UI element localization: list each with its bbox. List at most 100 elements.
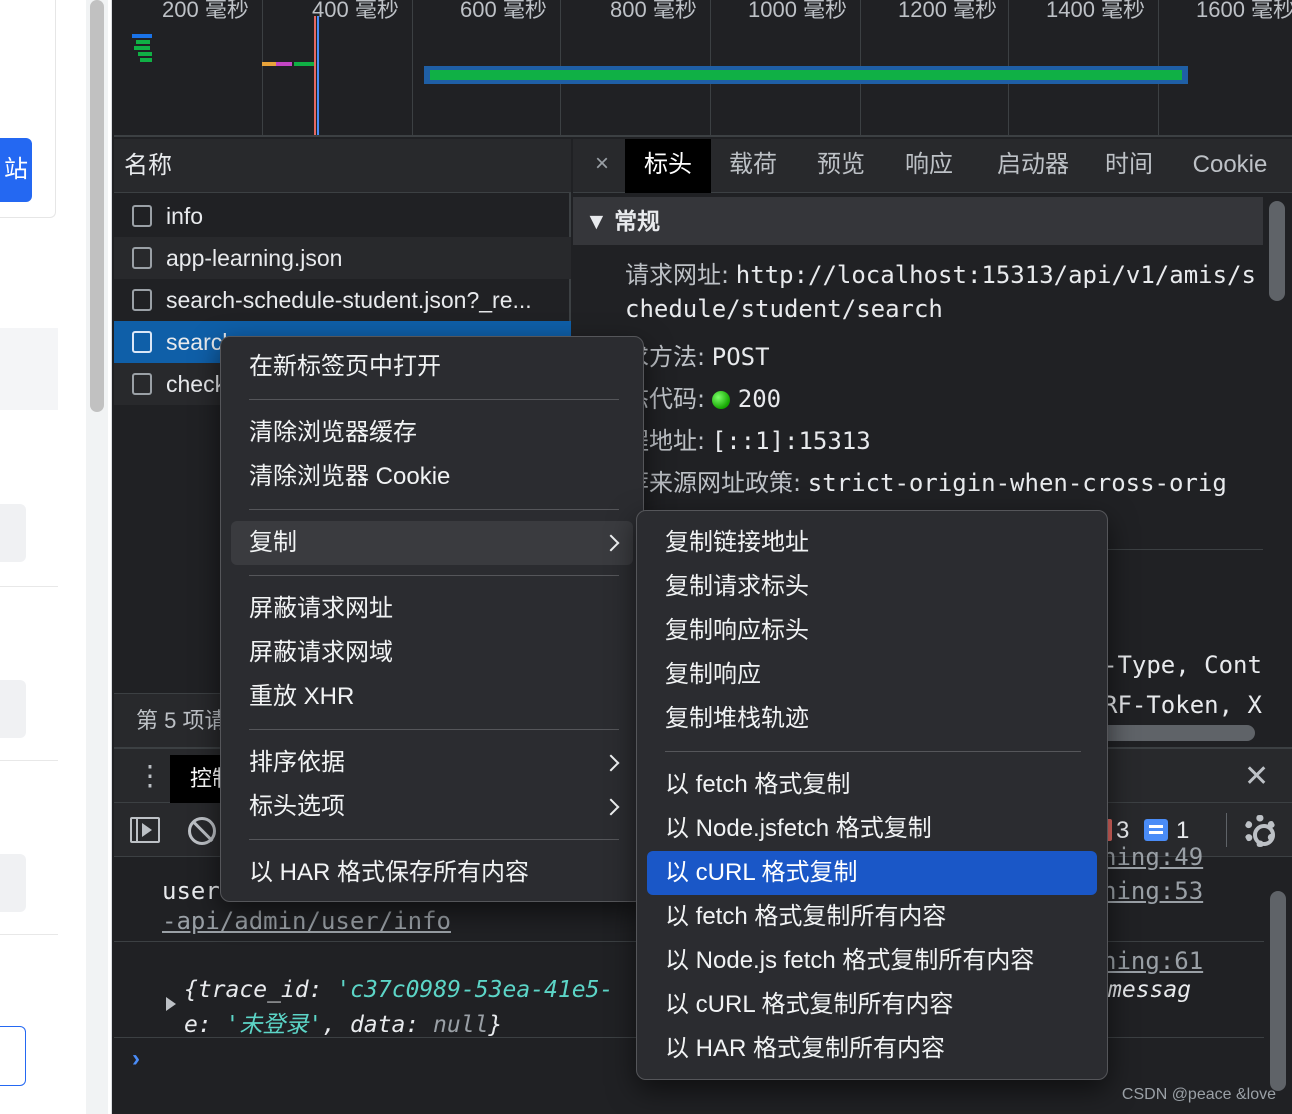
- referrer-policy-value: strict-origin-when-cross-orig: [807, 469, 1227, 497]
- submenu-copy-as-curl[interactable]: 以 cURL 格式复制: [647, 851, 1097, 895]
- tab-timing[interactable]: 时间: [1097, 139, 1161, 193]
- network-timeline[interactable]: 200 毫秒 400 毫秒 600 毫秒 800 毫秒 1000 毫秒 1200…: [114, 0, 1292, 137]
- menu-save-all-as-har[interactable]: 以 HAR 格式保存所有内容: [231, 851, 633, 895]
- console-object-line: e: '未登录', data: null}: [184, 1005, 502, 1039]
- timeline-dom-marker: [317, 16, 319, 135]
- close-details-icon[interactable]: ×: [587, 139, 617, 193]
- request-name: check: [166, 371, 227, 397]
- details-hscrollbar-thumb[interactable]: [1093, 725, 1255, 741]
- gear-icon[interactable]: [1244, 815, 1276, 847]
- tab-cookies[interactable]: Cookie: [1179, 139, 1281, 193]
- request-checkbox[interactable]: [132, 331, 152, 353]
- request-checkbox[interactable]: [132, 373, 152, 395]
- page-divider: [0, 586, 58, 587]
- request-checkbox[interactable]: [132, 205, 152, 227]
- menu-block-request-url[interactable]: 屏蔽请求网址: [231, 587, 633, 631]
- request-name: search-schedule-student.json?_re...: [166, 287, 532, 313]
- general-section-header[interactable]: ▼ 常规: [573, 197, 1263, 245]
- details-scrollbar-thumb[interactable]: [1269, 201, 1285, 301]
- tab-initiator[interactable]: 启动器: [983, 139, 1083, 193]
- request-checkbox[interactable]: [132, 289, 152, 311]
- close-drawer-icon[interactable]: ✕: [1244, 755, 1269, 799]
- object-null: null: [433, 1012, 489, 1038]
- menu-copy[interactable]: 复制: [231, 521, 633, 565]
- menu-sort-by[interactable]: 排序依据: [231, 741, 633, 785]
- status-code-value: 200: [737, 385, 782, 413]
- console-url-link[interactable]: -api/admin/user/info: [162, 907, 451, 936]
- submenu-copy-all-as-fetch[interactable]: 以 fetch 格式复制所有内容: [647, 895, 1097, 939]
- request-row[interactable]: app-learning.json: [114, 237, 571, 279]
- tab-headers[interactable]: 标头: [625, 139, 711, 193]
- object-key: , data:: [322, 1012, 434, 1038]
- console-scrollbar-thumb[interactable]: [1270, 891, 1286, 1091]
- menu-clear-cache[interactable]: 清除浏览器缓存: [231, 411, 633, 455]
- page-pill[interactable]: [0, 680, 26, 738]
- object-key: e:: [184, 1012, 226, 1038]
- request-row[interactable]: info: [114, 195, 571, 237]
- toolbar-divider: [1226, 813, 1227, 847]
- menu-separator: [249, 575, 619, 576]
- object-string: '未登录': [225, 1012, 323, 1038]
- referrer-policy-label: 荐来源网址政策:: [625, 469, 802, 497]
- tab-preview[interactable]: 预览: [803, 139, 879, 193]
- menu-separator: [249, 839, 619, 840]
- clear-console-icon[interactable]: [188, 817, 216, 845]
- timeline-tick-label: 1200 毫秒: [898, 0, 998, 22]
- console-prompt-icon[interactable]: ›: [132, 1045, 140, 1073]
- menu-separator: [249, 509, 619, 510]
- submenu-copy-response[interactable]: 复制响应: [647, 653, 1097, 697]
- menu-separator: [249, 399, 619, 400]
- console-source-link[interactable]: ning:53: [1102, 877, 1203, 906]
- request-url-row: 请求网址: http://localhost:15313/api/v1/amis…: [625, 255, 1256, 290]
- submenu-copy-all-as-har[interactable]: 以 HAR 格式复制所有内容: [647, 1027, 1097, 1071]
- page-pill[interactable]: [0, 504, 26, 562]
- timeline-tick-label: 400 毫秒: [312, 0, 399, 22]
- submenu-copy-as-fetch[interactable]: 以 fetch 格式复制: [647, 763, 1097, 807]
- timeline-request-bar-long-fill: [430, 70, 1182, 80]
- status-ok-icon: [711, 391, 730, 409]
- tab-response[interactable]: 响应: [891, 139, 967, 193]
- page-divider: [0, 760, 58, 761]
- page-primary-button[interactable]: 站: [0, 138, 32, 202]
- request-url-label: 请求网址:: [625, 261, 730, 289]
- page-scrollbar-thumb[interactable]: [90, 0, 104, 412]
- submenu-copy-link-address[interactable]: 复制链接地址: [647, 521, 1097, 565]
- timeline-request-bar: [134, 46, 150, 50]
- remote-address-row: 程地址: [::1]:15313: [625, 421, 871, 456]
- request-row[interactable]: search-schedule-student.json?_re...: [114, 279, 571, 321]
- menu-replay-xhr[interactable]: 重放 XHR: [231, 675, 633, 719]
- console-log-text: user: [162, 877, 220, 905]
- menu-header-options-label: 标头选项: [249, 793, 345, 820]
- menu-header-options[interactable]: 标头选项: [231, 785, 633, 829]
- page-outline-button[interactable]: [0, 1026, 26, 1086]
- object-key: {trace_id:: [184, 977, 337, 1003]
- expand-object-icon[interactable]: [166, 997, 176, 1011]
- menu-separator: [665, 751, 1081, 752]
- timeline-tick-label: 1600 毫秒: [1196, 0, 1292, 22]
- context-menu: 在新标签页中打开 清除浏览器缓存 清除浏览器 Cookie 复制 屏蔽请求网址 …: [220, 336, 644, 902]
- request-checkbox[interactable]: [132, 247, 152, 269]
- menu-open-in-new-tab[interactable]: 在新标签页中打开: [231, 345, 633, 389]
- sidebar-toggle-icon[interactable]: [130, 817, 160, 843]
- menu-separator: [249, 729, 619, 730]
- menu-clear-cookies[interactable]: 清除浏览器 Cookie: [231, 455, 633, 499]
- request-url-value: http://localhost:15313/api/v1/amis/s: [735, 261, 1256, 289]
- submenu-copy-request-headers[interactable]: 复制请求标头: [647, 565, 1097, 609]
- tab-payload[interactable]: 载荷: [715, 139, 791, 193]
- menu-block-request-domain[interactable]: 屏蔽请求网域: [231, 631, 633, 675]
- page-pill[interactable]: [0, 854, 26, 912]
- console-source-link[interactable]: ning:49: [1102, 843, 1203, 872]
- submenu-copy-all-as-nodejs-fetch[interactable]: 以 Node.js fetch 格式复制所有内容: [647, 939, 1097, 983]
- page-divider: [0, 934, 58, 935]
- submenu-copy-response-headers[interactable]: 复制响应标头: [647, 609, 1097, 653]
- referrer-policy-row: 荐来源网址政策: strict-origin-when-cross-orig: [625, 463, 1227, 498]
- menu-sort-by-label: 排序依据: [249, 749, 345, 776]
- timeline-load-marker: [314, 16, 316, 135]
- console-source-link[interactable]: ning:61: [1102, 947, 1203, 976]
- submenu-copy-stack-trace[interactable]: 复制堆栈轨迹: [647, 697, 1097, 741]
- submenu-copy-as-nodejs-fetch[interactable]: 以 Node.jsfetch 格式复制: [647, 807, 1097, 851]
- name-column-header[interactable]: 名称: [114, 139, 571, 193]
- more-tools-icon[interactable]: ⋮: [136, 759, 164, 793]
- console-source-link-text: ning:61: [1102, 947, 1204, 975]
- submenu-copy-all-as-curl[interactable]: 以 cURL 格式复制所有内容: [647, 983, 1097, 1027]
